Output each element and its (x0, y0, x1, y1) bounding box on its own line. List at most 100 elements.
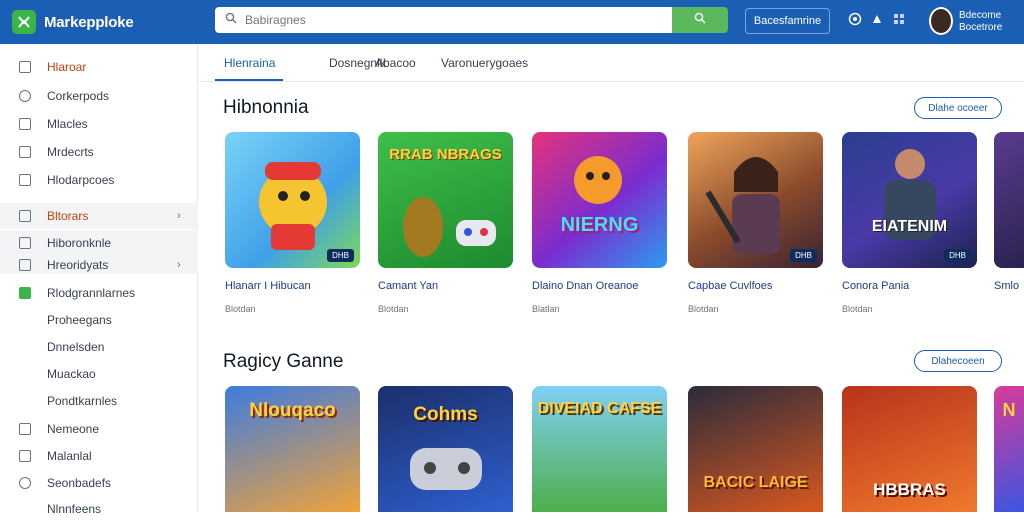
main-content: Hlenraina Dosnegnlk Abacoo Varonuerygoae… (199, 44, 1024, 512)
sidebar-item-label: Nlnnfeens (47, 502, 102, 516)
gamepad-icon (410, 448, 482, 490)
avatar[interactable] (929, 7, 953, 35)
game-art-title: NIERNG (560, 214, 639, 236)
tab-3[interactable]: Abacoo (375, 56, 416, 70)
game-subtitle: Blatlan (532, 304, 560, 314)
sidebar-item-label: Muackao (47, 367, 96, 381)
user-subtitle: Bocetrore (959, 22, 1003, 33)
sidebar-item-8[interactable]: Hreoridyats › (0, 256, 198, 274)
header-icons (848, 12, 906, 31)
settings-icon[interactable] (892, 12, 906, 31)
section-title: Hibnonnia (223, 97, 309, 118)
puzzle-icon[interactable] (870, 12, 884, 31)
game-card[interactable]: Nlouqaco (225, 386, 360, 512)
game-art-title: HBBRAS (873, 480, 946, 499)
search-input[interactable] (245, 13, 672, 27)
sidebar-item-13[interactable]: Pondtkarnles (0, 388, 198, 414)
tab-4[interactable]: Varonuerygoaes (441, 56, 528, 70)
game-subtitle: Blotdan (688, 304, 719, 314)
search-bar (215, 7, 728, 33)
game-card[interactable]: HBBRAS (842, 386, 977, 512)
game-badge: DHB (327, 249, 354, 262)
game-card[interactable]: EIATENIM DHB (842, 132, 977, 268)
sidebar-item-7[interactable]: Hiboronknle (0, 230, 198, 256)
section-see-all-button[interactable]: Dlahecoeen (914, 350, 1002, 372)
game-card[interactable]: DIVEIAD CAFSE (532, 386, 667, 512)
sidebar-item-4[interactable]: Mrdecrts (0, 139, 198, 165)
sidebar-item-label: Mlacles (47, 117, 88, 131)
sidebar-item-label: Corkerpods (47, 89, 110, 103)
game-title[interactable]: Conora Pania (842, 280, 909, 292)
app-name: Markepploke (44, 13, 134, 31)
notifications-icon[interactable] (848, 12, 862, 31)
grid-icon (19, 174, 31, 186)
sidebar-item-label: Pondtkarnles (47, 394, 118, 408)
header-action-button[interactable]: Bacesfamrine (745, 8, 830, 34)
game-card[interactable]: Cohms (378, 386, 513, 512)
tab-1[interactable]: Hlenraina (224, 56, 275, 70)
game-card[interactable]: DHB (688, 132, 823, 268)
sidebar-item-label: Hreoridyats (47, 258, 109, 272)
sidebar-item-3[interactable]: Mlacles (0, 111, 198, 137)
bag-icon (19, 259, 31, 271)
game-title[interactable]: Smlo (994, 280, 1019, 292)
game-art (259, 162, 327, 250)
box-icon (19, 450, 31, 462)
game-card[interactable]: BACIC LAIGE (688, 386, 823, 512)
game-art (403, 197, 496, 257)
sidebar-item-2[interactable]: Corkerpods (0, 83, 198, 109)
game-art-title: Nlouqaco (249, 400, 336, 421)
game-card[interactable]: NIERNG (532, 132, 667, 268)
game-art (884, 149, 936, 240)
sidebar-item-label: Seonbadefs (47, 476, 112, 490)
sidebar-item-label: Hlaroar (47, 60, 87, 74)
chevron-right-icon: › (177, 259, 181, 271)
app-logo[interactable]: Markepploke (12, 10, 202, 34)
sidebar-item-10[interactable]: Proheegans (0, 307, 198, 333)
game-card[interactable] (994, 132, 1024, 268)
sidebar-item-9[interactable]: Rlodgrannlarnes (0, 280, 198, 306)
chevron-right-icon: › (177, 210, 181, 222)
sidebar-item-label: Rlodgrannlarnes (47, 286, 136, 300)
game-title[interactable]: Camant Yan (378, 280, 438, 292)
game-title[interactable]: Hlanarr I Hibucan (225, 280, 311, 292)
sidebar-item-16[interactable]: Seonbadefs (0, 470, 198, 496)
sidebar-item-label: Hlodarpcoes (47, 173, 115, 187)
sidebar-item-14[interactable]: Nemeone (0, 416, 198, 442)
search-box (215, 7, 672, 33)
circle-icon (19, 477, 31, 489)
game-card[interactable]: N (994, 386, 1024, 512)
user-name: Bdecome (959, 10, 1002, 21)
sidebar-item-home[interactable]: Hlaroar (0, 54, 198, 80)
game-title[interactable]: Capbae Cuvlfoes (688, 280, 772, 292)
list-icon (19, 118, 31, 130)
sidebar-item-label: Mrdecrts (47, 145, 94, 159)
search-icon (225, 11, 237, 29)
section-see-all-button[interactable]: Dlahe ocoeer (914, 97, 1002, 119)
sidebar-item-label: Malanlal (47, 449, 92, 463)
game-art (574, 156, 622, 204)
sidebar-item-11[interactable]: Dnnelsden (0, 334, 198, 360)
badge-icon (19, 287, 31, 299)
section-title: Ragicy Ganne (223, 351, 344, 372)
game-card[interactable]: DHB (225, 132, 360, 268)
sidebar: Hlaroar Corkerpods Mlacles Mrdecrts Hlod… (0, 44, 198, 516)
game-subtitle: Blotdan (225, 304, 256, 314)
sidebar-item-6[interactable]: Bltorars › (0, 203, 198, 229)
sidebar-item-12[interactable]: Muackao (0, 361, 198, 387)
sidebar-item-label: Dnnelsden (47, 340, 105, 354)
sidebar-item-5[interactable]: Hlodarpcoes (0, 167, 198, 193)
game-card[interactable]: RRAB NBRAGS (378, 132, 513, 268)
sidebar-item-15[interactable]: Malanlal (0, 443, 198, 469)
bank-icon (19, 423, 31, 435)
search-icon (19, 90, 31, 102)
tab-bar: Hlenraina Dosnegnlk Abacoo Varonuerygoae… (199, 44, 1024, 82)
user-info[interactable]: Bdecome Bocetrore (959, 10, 1002, 34)
game-subtitle: Blotdan (378, 304, 409, 314)
search-button[interactable] (672, 7, 728, 33)
game-art (705, 157, 780, 254)
sidebar-item-17[interactable]: Nlnnfeens (0, 496, 198, 522)
game-title[interactable]: Dlaino Dnan Oreanoe (532, 280, 638, 292)
top-bar: Markepploke Bacesfamrine Bdecome Bocetro… (0, 0, 1024, 44)
game-badge: DHB (944, 249, 971, 262)
